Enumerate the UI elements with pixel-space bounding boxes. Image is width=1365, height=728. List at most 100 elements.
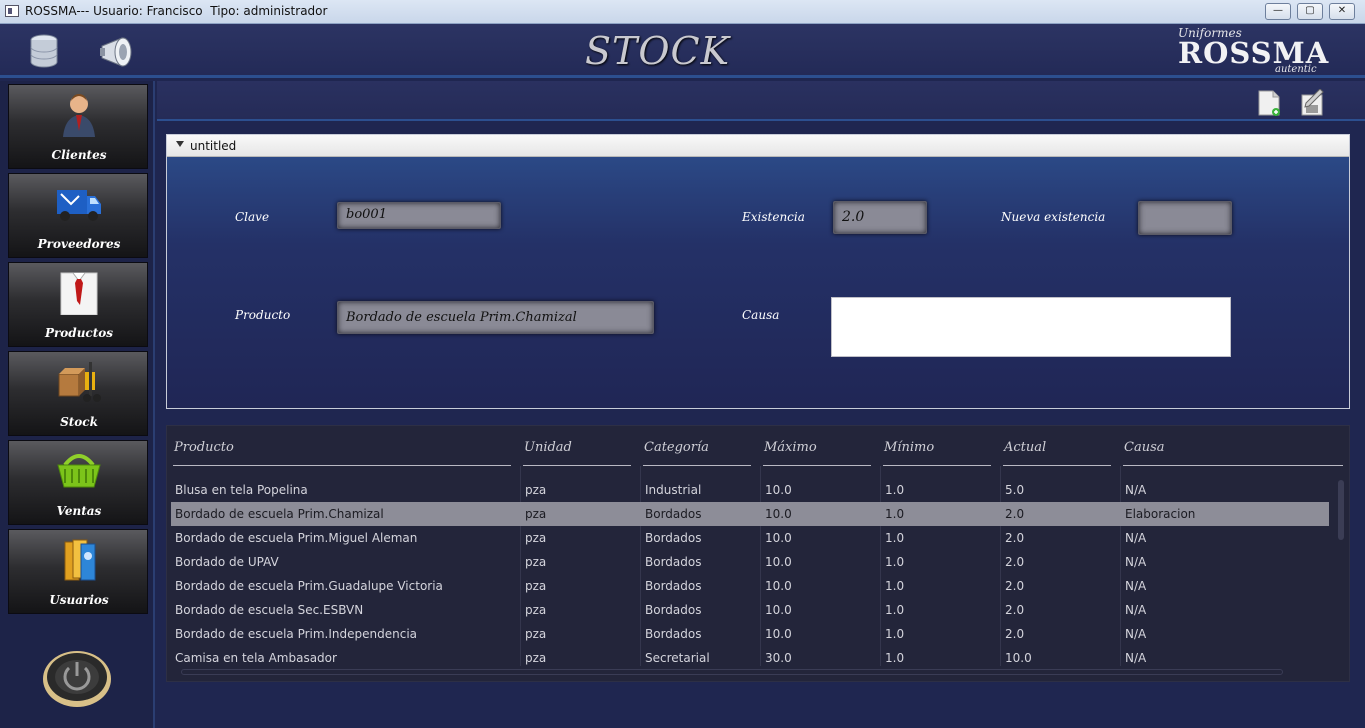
cell-producto: Bordado de escuela Prim.Chamizal [175, 507, 384, 521]
column-header-causa[interactable]: Causa [1123, 440, 1343, 466]
cell-producto: Bordado de escuela Prim.Miguel Aleman [175, 531, 418, 545]
cell-minimo: 1.0 [885, 579, 905, 593]
power-button-icon[interactable] [42, 646, 112, 708]
column-header-maximo[interactable]: Máximo [763, 440, 871, 466]
sidebar-item-clientes[interactable]: Clientes [8, 84, 148, 169]
cell-unidad: pza [525, 603, 547, 617]
clave-label: Clave [235, 210, 270, 224]
edit-save-icon[interactable] [1300, 89, 1324, 117]
cell-actual: 10.0 [1005, 651, 1032, 665]
cell-maximo: 10.0 [765, 531, 792, 545]
rossma-logo: Uniformes ROSSMA autentic [1178, 26, 1330, 75]
sidebar-item-productos[interactable]: Productos [8, 262, 148, 347]
table-row[interactable]: Bordado de escuela Sec.ESBVN pza Bordados 1… [171, 598, 1329, 622]
cell-causa: N/A [1125, 627, 1147, 641]
table-row[interactable]: Bordado de escuela Prim.Independencia pza… [171, 622, 1329, 646]
cell-causa: N/A [1125, 603, 1147, 617]
megaphone-icon[interactable] [98, 32, 138, 72]
sidebar-item-label: Ventas [56, 504, 102, 518]
delivery-van-icon [57, 190, 101, 221]
nueva-existencia-field[interactable] [1138, 201, 1232, 235]
cell-unidad: pza [525, 507, 547, 521]
sidebar-item-label: Clientes [51, 148, 107, 162]
window-title: ROSSMA--- Usuario: Francisco Tipo: admin… [25, 4, 328, 18]
cell-producto: Bordado de escuela Prim.Independencia [175, 627, 418, 641]
cell-minimo: 1.0 [885, 507, 905, 521]
new-document-icon[interactable] [1257, 89, 1281, 117]
minimize-button[interactable]: — [1265, 3, 1291, 20]
causa-label: Causa [742, 308, 780, 322]
cell-unidad: pza [525, 555, 547, 569]
sidebar-item-label: Productos [44, 326, 114, 340]
cell-producto: Blusa en tela Popelina [175, 483, 308, 497]
table-row[interactable]: Bordado de escuela Prim.Guadalupe Victor… [171, 574, 1329, 598]
cell-causa: N/A [1125, 531, 1147, 545]
column-header-actual[interactable]: Actual [1003, 440, 1111, 466]
table-row[interactable]: Bordado de escuela Prim.Chamizal pza Borda… [171, 502, 1329, 526]
cell-maximo: 30.0 [765, 651, 792, 665]
column-header-producto[interactable]: Producto [173, 440, 511, 466]
app-window-icon [5, 5, 19, 17]
panel-header[interactable]: untitled [167, 135, 1349, 157]
causa-textarea[interactable] [831, 297, 1231, 357]
action-toolbar [157, 81, 1365, 121]
sidebar-item-proveedores[interactable]: Proveedores [8, 173, 148, 258]
cell-producto: Bordado de UPAV [175, 555, 279, 569]
cell-unidad: pza [525, 651, 547, 665]
cell-actual: 2.0 [1005, 603, 1025, 617]
client-person-icon [63, 94, 95, 137]
window-titlebar: ROSSMA--- Usuario: Francisco Tipo: admin… [0, 0, 1365, 24]
existencia-field[interactable]: 2.0 [833, 201, 927, 234]
database-icon[interactable] [26, 32, 66, 72]
column-header-unidad[interactable]: Unidad [523, 440, 631, 466]
cell-actual: 2.0 [1005, 507, 1025, 521]
producto-field[interactable]: Bordado de escuela Prim.Chamizal [337, 301, 654, 334]
page-title: STOCK [585, 29, 730, 73]
existencia-label: Existencia [742, 210, 805, 224]
cell-producto: Bordado de escuela Prim.Guadalupe Victor… [175, 579, 443, 593]
column-header-categoria[interactable]: Categoría [643, 440, 751, 466]
cell-maximo: 10.0 [765, 627, 792, 641]
close-button[interactable]: ✕ [1329, 3, 1355, 20]
collapse-triangle-icon[interactable] [176, 141, 184, 147]
cell-categoria: Bordados [645, 555, 702, 569]
table-row[interactable]: Camisa en tela Ambasador pza Secretarial 30… [171, 646, 1329, 670]
sidebar-item-label: Proveedores [37, 237, 121, 251]
sidebar-item-ventas[interactable]: Ventas [8, 440, 148, 525]
table-row[interactable]: Blusa en tela Popelina pza Industrial 10.0 1… [171, 478, 1329, 502]
cell-causa: N/A [1125, 651, 1147, 665]
clave-field[interactable]: bo001 [337, 202, 501, 229]
cell-minimo: 1.0 [885, 531, 905, 545]
cell-unidad: pza [525, 579, 547, 593]
table-row[interactable]: Bordado de escuela Prim.Miguel Aleman pza… [171, 526, 1329, 550]
cell-minimo: 1.0 [885, 627, 905, 641]
horizontal-scrollbar[interactable] [181, 669, 1283, 675]
sidebar-item-label: Stock [60, 415, 98, 429]
vertical-scrollbar[interactable] [1337, 470, 1345, 670]
cell-unidad: pza [525, 531, 547, 545]
cell-categoria: Bordados [645, 603, 702, 617]
forklift-boxes-icon [58, 362, 101, 402]
maximize-button[interactable]: ▢ [1297, 3, 1323, 20]
cell-causa: Elaboracion [1125, 507, 1196, 521]
cell-categoria: Bordados [645, 531, 702, 545]
shopping-basket-icon [57, 454, 101, 488]
cell-minimo: 1.0 [885, 603, 905, 617]
cell-minimo: 1.0 [885, 555, 905, 569]
column-header-minimo[interactable]: Mínimo [883, 440, 991, 466]
cell-maximo: 10.0 [765, 579, 792, 593]
sidebar-item-stock[interactable]: Stock [8, 351, 148, 436]
cell-causa: N/A [1125, 579, 1147, 593]
cell-maximo: 10.0 [765, 603, 792, 617]
cell-minimo: 1.0 [885, 651, 905, 665]
cell-categoria: Secretarial [645, 651, 710, 665]
cell-maximo: 10.0 [765, 507, 792, 521]
cell-unidad: pza [525, 627, 547, 641]
cell-maximo: 10.0 [765, 483, 792, 497]
cell-categoria: Industrial [645, 483, 702, 497]
panel-title: untitled [190, 139, 237, 153]
table-row[interactable]: Bordado de UPAV pza Bordados 10.0 1.0 2.0 N/A [171, 550, 1329, 574]
cell-actual: 2.0 [1005, 531, 1025, 545]
sidebar-item-usuarios[interactable]: Usuarios [8, 529, 148, 614]
cell-producto: Camisa en tela Ambasador [175, 651, 337, 665]
